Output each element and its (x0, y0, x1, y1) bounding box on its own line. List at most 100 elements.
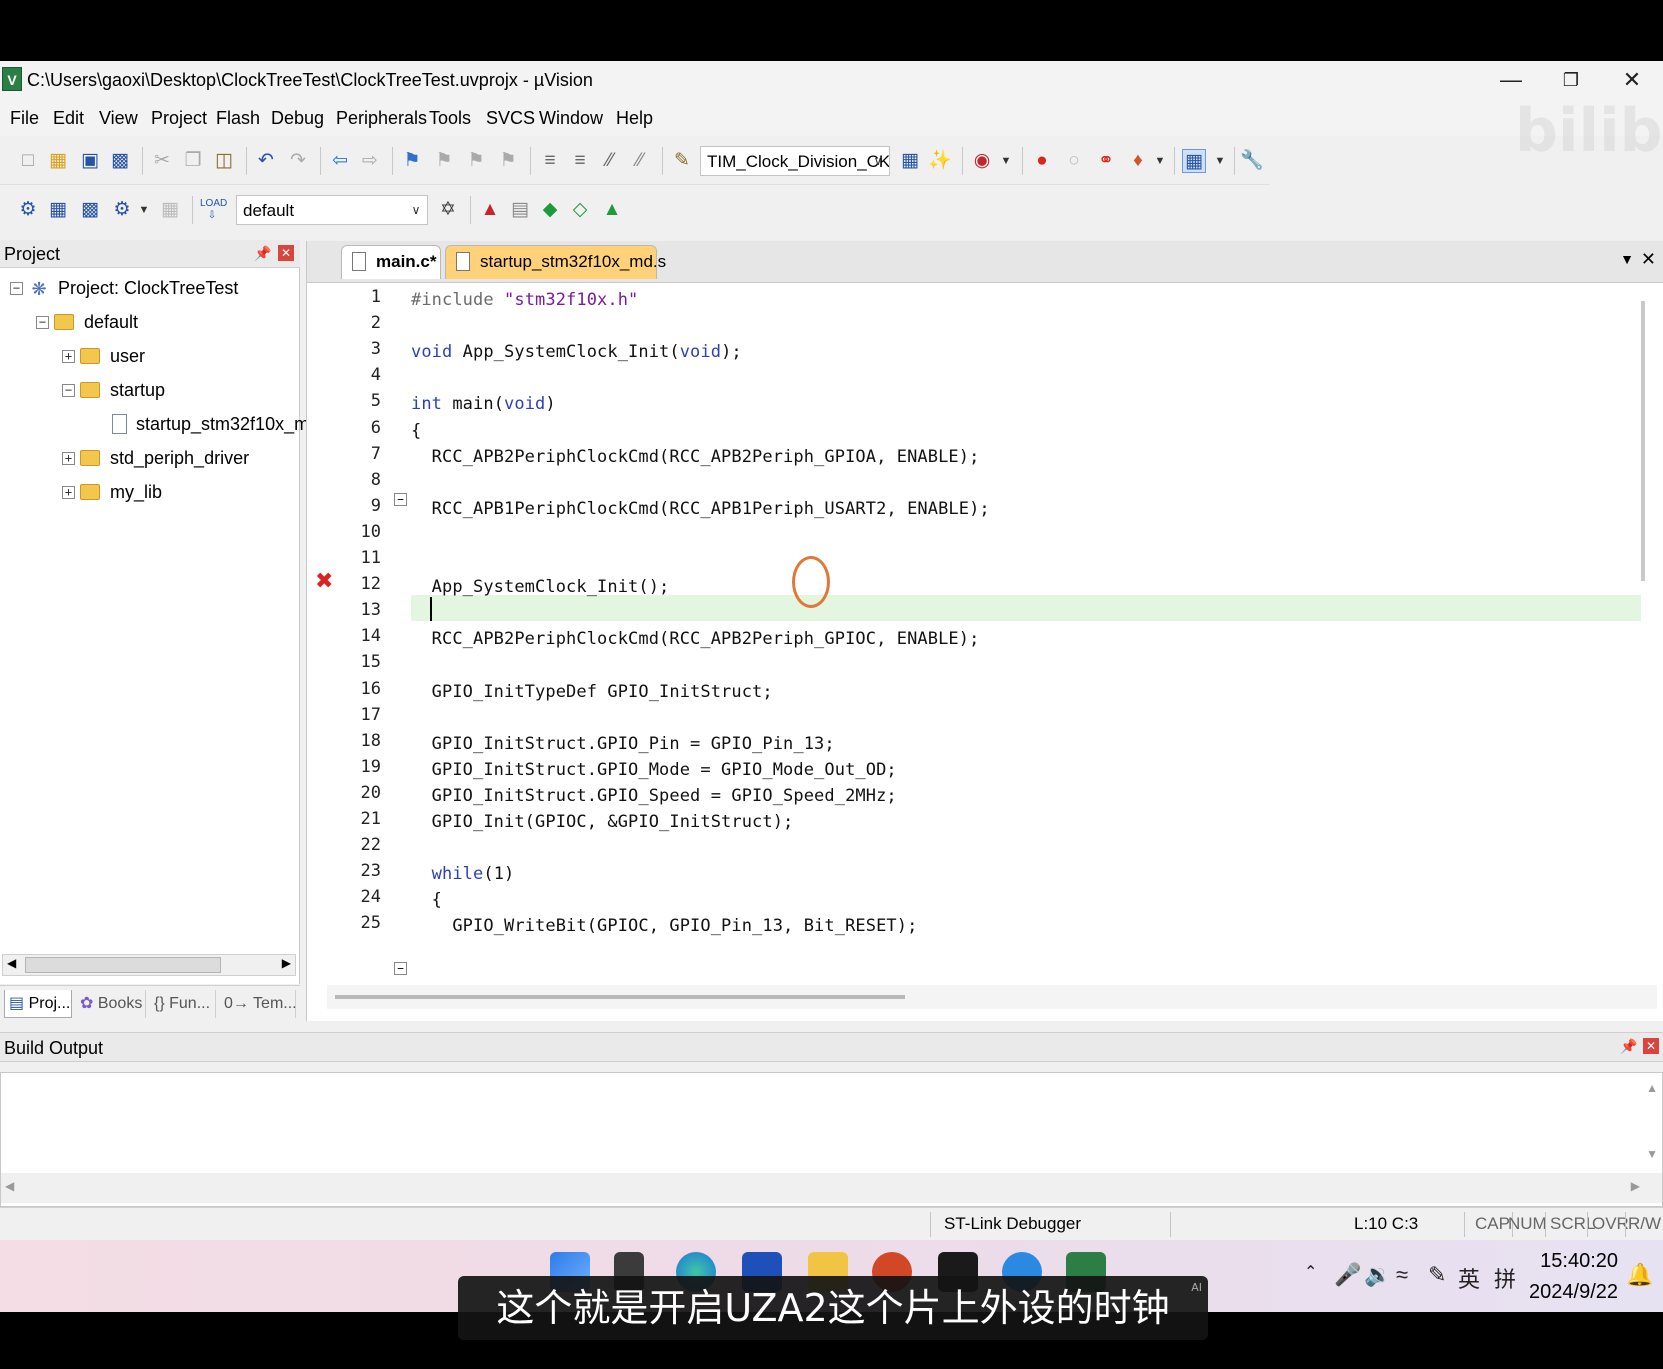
error-marker-icon[interactable]: ✖ (315, 568, 333, 594)
configure-icon[interactable]: 🔧 (1240, 149, 1264, 173)
menu-file[interactable]: File (10, 108, 39, 129)
layout-dropdown-icon[interactable]: ▼ (1208, 149, 1232, 173)
manage-rte-icon[interactable]: ◇ (568, 198, 592, 222)
select-packs-icon[interactable]: ▤ (508, 198, 532, 222)
save-icon[interactable]: ▣ (78, 149, 102, 173)
menu-help[interactable]: Help (616, 108, 653, 129)
bookmark-icon[interactable]: ⚑ (400, 149, 424, 173)
microphone-icon[interactable]: 🎤 (1334, 1262, 1361, 1288)
tab-project[interactable]: ▤ Proj... (4, 990, 72, 1018)
target-select[interactable]: default ∨ (236, 195, 428, 225)
notification-bell-icon[interactable]: 🔔 (1626, 1262, 1653, 1288)
target-options-icon[interactable]: ✡ (436, 198, 460, 222)
minimize-button[interactable]: — (1486, 63, 1536, 97)
close-panel-icon[interactable]: ✕ (278, 245, 294, 261)
scroll-up-icon[interactable]: ▲ (1646, 1081, 1658, 1095)
find-icon[interactable]: ▦ (898, 149, 922, 173)
pin-icon[interactable]: 📌 (254, 245, 271, 262)
tab-list-dropdown-icon[interactable]: ▼ (1620, 251, 1634, 267)
scroll-thumb[interactable] (25, 957, 221, 973)
batch-build-icon[interactable]: ⚙ (110, 198, 134, 222)
fold-collapse-icon[interactable]: − (394, 493, 407, 506)
tab-main-c[interactable]: main.c* (341, 245, 441, 279)
copy-icon[interactable]: ❐ (181, 149, 205, 173)
menu-view[interactable]: View (99, 108, 138, 129)
navigate-forward-icon[interactable]: ⇨ (358, 149, 382, 173)
save-all-icon[interactable]: ▩ (108, 149, 132, 173)
code-line[interactable]: RCC_APB2PeriphClockCmd(RCC_APB2Periph_GP… (411, 444, 980, 470)
build-output-text[interactable]: ▲ ▼ ◀ ▶ (0, 1072, 1663, 1207)
ime-language[interactable]: 英 (1458, 1262, 1480, 1294)
unindent-icon[interactable]: ≡ (568, 149, 592, 173)
debug-session-icon[interactable]: ◉ (970, 149, 994, 173)
build-icon[interactable]: ▦ (46, 198, 70, 222)
code-line[interactable]: { (411, 887, 442, 913)
code-line[interactable]: GPIO_WriteBit(GPIOC, GPIO_Pin_13, Bit_RE… (411, 913, 917, 939)
clear-bookmarks-icon[interactable]: ⚑ (496, 149, 520, 173)
close-tab-icon[interactable]: ✕ (1641, 249, 1656, 270)
pen-icon[interactable]: ✎ (1428, 1262, 1446, 1288)
code-line[interactable]: RCC_APB2PeriphClockCmd(RCC_APB2Periph_GP… (411, 626, 980, 652)
fold-collapse-icon[interactable]: − (394, 962, 407, 975)
navigate-back-icon[interactable]: ⇦ (328, 149, 352, 173)
next-bookmark-icon[interactable]: ⚑ (464, 149, 488, 173)
code-editor[interactable]: #include "stm32f10x.h" void App_SystemClo… (411, 283, 1641, 979)
prev-bookmark-icon[interactable]: ⚑ (432, 149, 456, 173)
undo-icon[interactable]: ↶ (254, 149, 278, 173)
expand-icon[interactable]: + (62, 486, 75, 499)
disable-all-breakpoints-icon[interactable]: ⚭ (1094, 149, 1118, 173)
paste-icon[interactable]: ◫ (212, 149, 236, 173)
code-line[interactable]: GPIO_Init(GPIOC, &GPIO_InitStruct); (411, 809, 794, 835)
project-hscrollbar[interactable]: ◀ ▶ (2, 954, 296, 976)
scroll-left-icon[interactable]: ◀ (7, 956, 16, 970)
breakpoint-icon[interactable]: ● (1030, 149, 1054, 173)
collapse-icon[interactable]: − (36, 316, 49, 329)
run-time-env-icon[interactable]: ▲ (600, 198, 624, 222)
pin-icon[interactable]: 📌 (1620, 1038, 1637, 1055)
menu-window[interactable]: Window (539, 108, 603, 129)
tab-books[interactable]: ✿ Books (76, 990, 146, 1018)
redo-icon[interactable]: ↷ (286, 149, 310, 173)
debug-dropdown-icon[interactable]: ▼ (994, 149, 1018, 173)
window-layout-icon[interactable]: ▦ (1182, 149, 1206, 173)
pack-installer-icon[interactable]: ◆ (538, 198, 562, 222)
editor-vscroll-thumb[interactable] (1641, 301, 1645, 581)
kill-breakpoints-icon[interactable]: ♦ (1126, 149, 1150, 173)
code-line[interactable]: while(1) (411, 861, 515, 887)
collapse-icon[interactable]: − (10, 282, 23, 295)
expand-icon[interactable]: + (62, 452, 75, 465)
close-panel-icon[interactable]: ✕ (1643, 1038, 1659, 1054)
find-combo[interactable]: TIM_Clock_Division_CKD ∨ (700, 146, 890, 176)
load-download-icon[interactable]: LOAD ⇩ (200, 198, 227, 222)
code-line[interactable]: void App_SystemClock_Init(void); (411, 339, 742, 365)
menu-debug[interactable]: Debug (271, 108, 324, 129)
open-file-icon[interactable]: ▦ (46, 149, 70, 173)
code-line[interactable]: #include "stm32f10x.h" (411, 287, 638, 313)
restore-button[interactable]: ❐ (1546, 63, 1596, 97)
code-line[interactable]: GPIO_InitTypeDef GPIO_InitStruct; (411, 679, 773, 705)
comment-icon[interactable]: ⁄⁄ (598, 149, 622, 173)
menu-edit[interactable]: Edit (53, 108, 84, 129)
translate-icon[interactable]: ⚙ (16, 198, 40, 222)
wifi-icon[interactable]: ≈ (1396, 1262, 1408, 1288)
collapse-icon[interactable]: − (62, 384, 75, 397)
batch-dropdown-icon[interactable]: ▼ (132, 198, 156, 222)
tray-overflow-icon[interactable]: ⌃ (1304, 1262, 1317, 1282)
volume-icon[interactable]: 🔉 (1364, 1262, 1391, 1288)
cut-icon[interactable]: ✂ (150, 149, 174, 173)
rebuild-icon[interactable]: ▩ (78, 198, 102, 222)
code-line[interactable]: int main(void) (411, 391, 556, 417)
tab-functions[interactable]: {} Fun... (150, 990, 216, 1018)
menu-peripherals[interactable]: Peripherals (336, 108, 427, 129)
build-hscrollbar[interactable]: ◀ ▶ (1, 1173, 1662, 1203)
ime-mode[interactable]: 拼 (1494, 1262, 1516, 1294)
stop-build-icon[interactable]: ▦ (158, 198, 182, 222)
find-in-files-icon[interactable]: ✎ (670, 149, 694, 173)
indent-icon[interactable]: ≡ (538, 149, 562, 173)
scroll-right-icon[interactable]: ▶ (1631, 1179, 1640, 1193)
tab-startup-s[interactable]: startup_stm32f10x_md.s (445, 245, 666, 279)
incremental-find-icon[interactable]: ✨ (928, 149, 952, 173)
close-button[interactable]: ✕ (1607, 63, 1657, 97)
tab-templates[interactable]: 0→ Tem... (220, 990, 297, 1018)
editor-hscroll-thumb[interactable] (335, 995, 905, 999)
